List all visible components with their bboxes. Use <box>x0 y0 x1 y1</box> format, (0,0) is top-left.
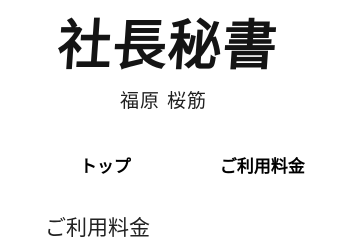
site-logo-title[interactable]: 社長秘書 <box>56 12 321 78</box>
page-title: ご利用料金 <box>45 216 150 240</box>
main-nav: トップ ご利用料金 <box>0 150 357 184</box>
site-header: 社長秘書 福原 桜筋 <box>0 0 357 130</box>
nav-item-top[interactable]: トップ <box>80 150 131 184</box>
site-logo-subtitle: 福原 桜筋 <box>120 90 208 112</box>
nav-item-fees[interactable]: ご利用料金 <box>220 150 305 184</box>
